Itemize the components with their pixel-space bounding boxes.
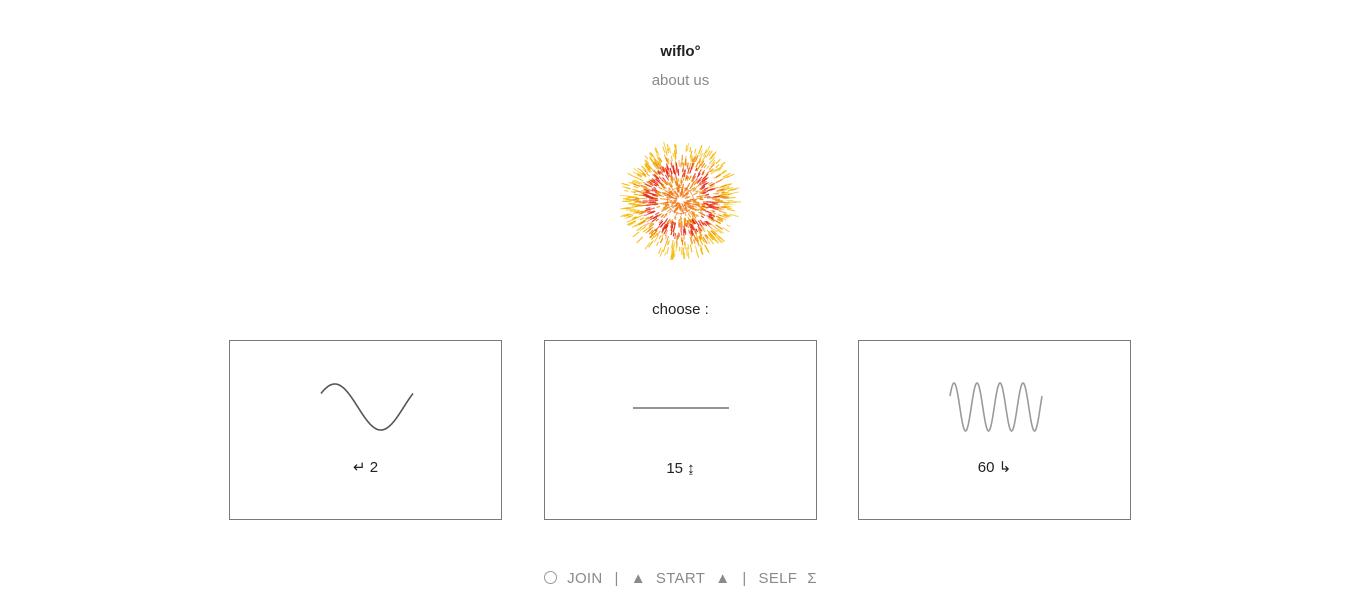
footer-nav: JOIN | ▲ START ▲ | SELF Σ bbox=[0, 570, 1361, 587]
sigma-icon: Σ bbox=[807, 570, 817, 587]
triangle-up-icon: ▲ bbox=[715, 570, 731, 587]
join-link[interactable]: JOIN bbox=[567, 570, 602, 587]
sunburst-logo-icon bbox=[620, 141, 741, 261]
self-link[interactable]: SELF bbox=[759, 570, 798, 587]
fast-wave-icon bbox=[949, 382, 1043, 432]
start-link[interactable]: START bbox=[656, 570, 705, 587]
separator: | bbox=[614, 570, 619, 587]
choose-label: choose : bbox=[652, 301, 709, 318]
option-card-slow-wave[interactable]: ↵ 2 bbox=[229, 340, 502, 520]
option-label: 60 ↳ bbox=[977, 459, 1012, 476]
brand-logo-text[interactable]: wiflo° bbox=[0, 43, 1361, 60]
option-label: 15 ↨ bbox=[666, 460, 695, 477]
about-us-link[interactable]: about us bbox=[0, 72, 1361, 89]
option-card-fast-wave[interactable]: 60 ↳ bbox=[858, 340, 1131, 520]
option-card-flat[interactable]: 15 ↨ bbox=[544, 340, 817, 520]
sine-wave-icon bbox=[320, 383, 414, 431]
circle-icon bbox=[544, 571, 558, 584]
flat-line-icon bbox=[633, 407, 729, 409]
triangle-up-icon: ▲ bbox=[630, 570, 646, 587]
separator: | bbox=[742, 570, 747, 587]
option-label: ↵ 2 bbox=[352, 459, 379, 476]
